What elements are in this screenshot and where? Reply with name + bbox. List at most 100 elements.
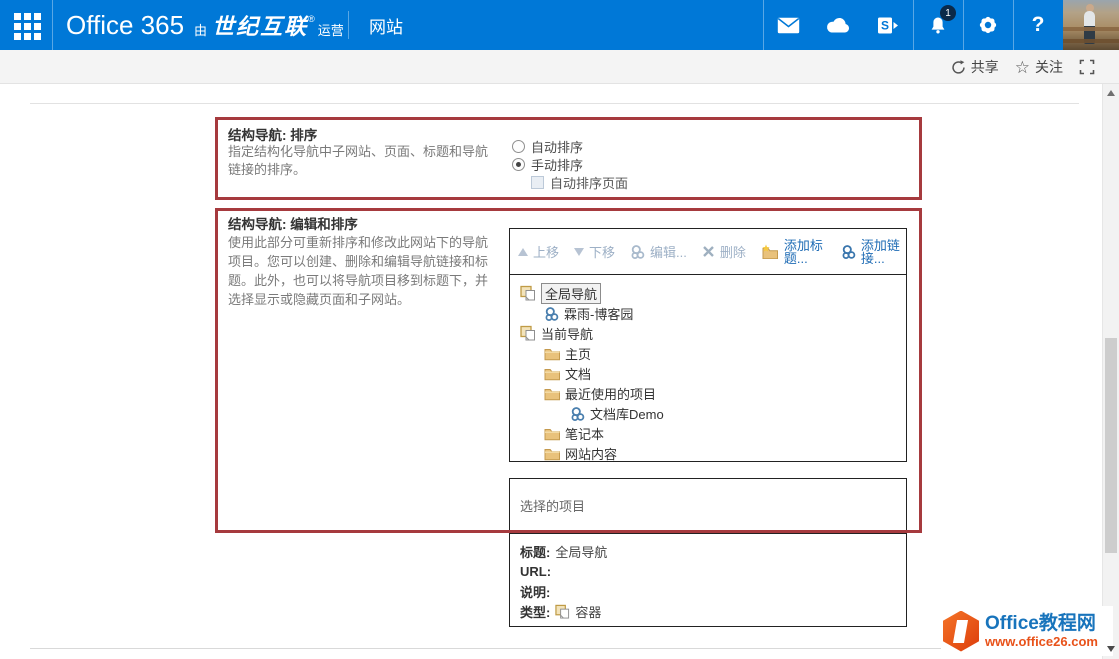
arrow-down-icon — [574, 247, 585, 256]
tree-toolbar: 上移 下移 编辑... 删除 添加标题... 添加链接... — [510, 229, 906, 275]
tree-item-label: 当前导航 — [541, 326, 594, 342]
follow-label: 关注 — [1035, 59, 1063, 75]
radio-checked-icon[interactable] — [512, 158, 525, 171]
move-up-label: 上移 — [533, 245, 560, 260]
svg-text:S: S — [881, 18, 889, 32]
delete-button[interactable]: 删除 — [702, 242, 746, 261]
brand-operator-prefix: 由 — [194, 22, 208, 38]
tree-item-label: 网站内容 — [565, 446, 618, 462]
avatar-photo-detail — [1063, 39, 1119, 43]
brand-operator: 世纪互联 — [212, 14, 309, 39]
detail-label: 说明: — [520, 584, 551, 600]
app-launcher-button[interactable] — [0, 0, 52, 50]
detail-label: 类型: — [520, 604, 551, 620]
section-sort-title: 结构导航: 排序 — [228, 128, 318, 143]
vertical-scrollbar[interactable] — [1102, 84, 1119, 659]
tree-item-label: 霖雨-博客园 — [564, 306, 634, 322]
watermark-text: Office教程网 www.office26.com — [985, 613, 1098, 649]
nav-sites[interactable]: 网站 — [369, 0, 403, 50]
brand: Office 365 由 世纪互联 ® 运营 — [66, 0, 344, 50]
folder-icon — [544, 426, 560, 441]
tree-item-link[interactable]: 文档库Demo — [518, 403, 898, 423]
tree-item-folder[interactable]: 文档 — [518, 363, 898, 383]
section-edit-title: 结构导航: 编辑和排序 — [228, 217, 358, 232]
tree-item-current-nav[interactable]: 当前导航 — [518, 323, 898, 343]
scroll-down-arrow-icon[interactable] — [1107, 646, 1115, 652]
onedrive-button[interactable] — [813, 0, 863, 50]
tree-item-folder[interactable]: 主页 — [518, 343, 898, 363]
tree-item-folder[interactable]: 最近使用的项目 — [518, 383, 898, 403]
checkbox-auto-sort-pages: 自动排序页面 — [531, 175, 628, 191]
page-action-bar: 共享 ☆ 关注 — [0, 50, 1119, 84]
focus-mode-button[interactable] — [1079, 59, 1095, 75]
detail-label: 标题: — [520, 544, 551, 560]
user-avatar[interactable] — [1063, 0, 1119, 50]
screen: Office 365 由 世纪互联 ® 运营 网站 S 1 ? 共享 ☆ 关注 … — [0, 0, 1119, 659]
follow-button[interactable]: ☆ 关注 — [1015, 57, 1063, 77]
share-label: 共享 — [970, 59, 999, 75]
detail-row-type: 类型: 容器 — [520, 601, 896, 621]
tree-item-label: 最近使用的项目 — [565, 386, 657, 402]
office-logo-icon — [943, 610, 979, 652]
tree-item-folder[interactable]: 笔记本 — [518, 423, 898, 443]
tree-item-global-nav[interactable]: 全局导航 — [518, 282, 898, 304]
watermark-title: Office教程网 — [985, 613, 1096, 634]
folder-icon — [544, 386, 560, 401]
folder-icon — [544, 446, 560, 461]
help-button[interactable]: ? — [1013, 0, 1063, 50]
add-link-label: 添加链接... — [860, 237, 900, 266]
cloud-icon — [825, 17, 851, 34]
radio-manual-sort[interactable]: 手动排序 — [512, 157, 583, 173]
divider — [348, 11, 349, 39]
mail-button[interactable] — [763, 0, 813, 50]
brand-operator-mark: ® — [308, 14, 315, 24]
detail-value: 全局导航 — [555, 544, 608, 560]
share-button[interactable]: 共享 — [951, 57, 999, 77]
detail-row-url: URL: — [520, 561, 896, 581]
section-sort-description: 指定结构化导航中子网站、页面、标题和导航链接的排序。 — [228, 144, 489, 177]
folder-add-icon — [761, 244, 779, 259]
move-down-button[interactable]: 下移 — [574, 242, 615, 261]
detail-value: 容器 — [575, 604, 602, 620]
link-icon — [544, 306, 559, 321]
star-icon: ☆ — [1014, 57, 1030, 77]
add-heading-button[interactable]: 添加标题... — [761, 239, 826, 265]
radio-auto-sort[interactable]: 自动排序 — [512, 139, 584, 155]
scrollbar-thumb[interactable] — [1105, 338, 1117, 553]
tree-item-label: 主页 — [565, 346, 592, 362]
detail-row-description: 说明: — [520, 581, 896, 601]
focus-icon — [1079, 59, 1095, 75]
radio-icon[interactable] — [512, 140, 525, 153]
divider — [52, 0, 53, 50]
edit-button[interactable]: 编辑... — [630, 242, 687, 261]
suite-bar: Office 365 由 世纪互联 ® 运营 网站 S 1 ? — [0, 0, 1119, 50]
section-edit-description: 使用此部分可重新排序和修改此网站下的导航项目。您可以创建、删除和编辑导航链接和标… — [228, 235, 489, 307]
section-divider — [30, 103, 1079, 104]
radio-auto-sort-label: 自动排序 — [531, 140, 584, 155]
move-up-button[interactable]: 上移 — [518, 242, 559, 261]
sharepoint-icon: S — [877, 16, 899, 35]
share-sync-icon — [951, 59, 966, 75]
tree-item-label: 文档库Demo — [590, 406, 664, 422]
scroll-up-arrow-icon[interactable] — [1107, 90, 1115, 96]
settings-button[interactable] — [963, 0, 1013, 50]
move-down-label: 下移 — [589, 245, 616, 260]
container-icon — [520, 325, 536, 341]
divider — [913, 0, 914, 50]
notifications-button[interactable]: 1 — [915, 0, 961, 50]
folder-icon — [544, 346, 560, 361]
add-link-button[interactable]: 添加链接... — [841, 239, 903, 265]
sharepoint-button[interactable]: S — [863, 0, 913, 50]
link-icon — [570, 406, 585, 421]
detail-label: URL: — [520, 563, 552, 579]
avatar-photo-detail — [1063, 27, 1119, 31]
detail-row-title: 标题: 全局导航 — [520, 541, 896, 561]
watermark: Office教程网 www.office26.com — [941, 606, 1113, 656]
edit-label: 编辑... — [650, 245, 687, 260]
tree-item-folder[interactable]: 网站内容 — [518, 443, 898, 463]
tree-item-label: 文档 — [565, 366, 592, 382]
container-icon — [555, 604, 570, 619]
tree-item-link[interactable]: 霖雨-博客园 — [518, 303, 898, 323]
brand-office365: Office 365 — [66, 9, 185, 40]
notification-badge: 1 — [940, 5, 956, 21]
